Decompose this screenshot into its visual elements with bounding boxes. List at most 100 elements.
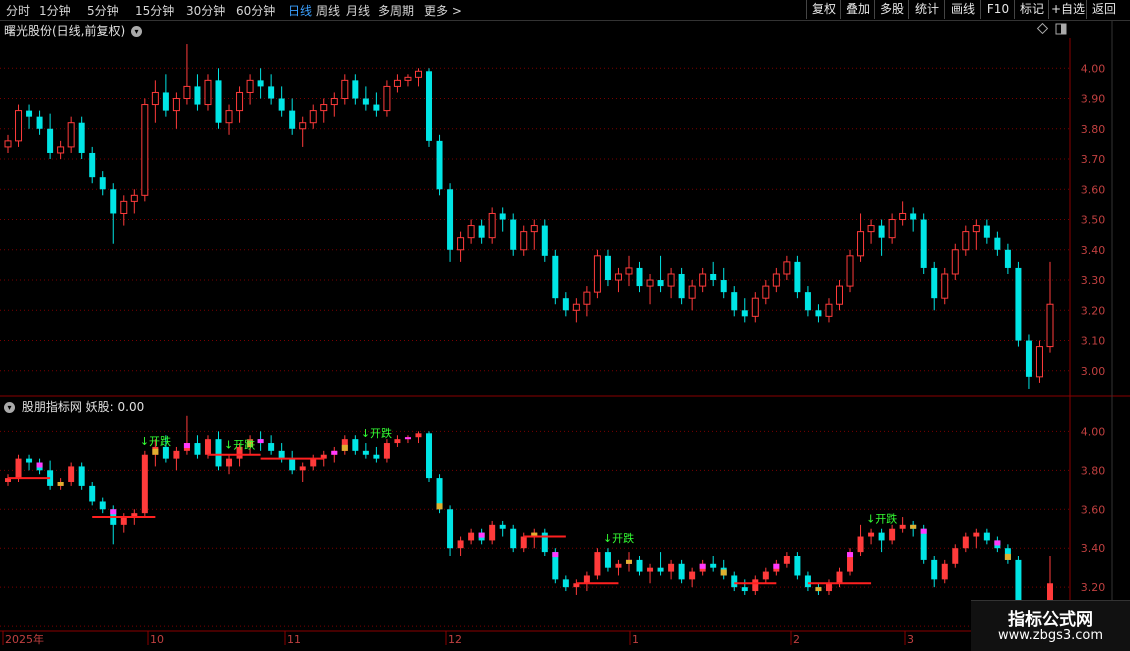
main-candle-body bbox=[488, 212, 496, 239]
indicator-candle-body bbox=[394, 439, 401, 444]
indicator-candle-body bbox=[657, 567, 664, 572]
main-price-tick: 3.70 bbox=[1081, 153, 1106, 166]
indicator-candle-body bbox=[204, 439, 211, 455]
main-candle-body bbox=[541, 225, 548, 256]
indicator-candle-body bbox=[415, 433, 422, 438]
indicator-candle-body bbox=[352, 439, 359, 451]
main-candle-body bbox=[478, 225, 485, 238]
indicator-candle-body bbox=[931, 559, 938, 580]
indicator-candle-body bbox=[899, 524, 906, 529]
indicator-candle-body bbox=[952, 548, 959, 564]
indicator-highlight bbox=[773, 563, 780, 569]
main-candle-body bbox=[720, 280, 727, 293]
indicator-candle-body bbox=[594, 552, 601, 576]
indicator-candle-body bbox=[299, 466, 306, 471]
main-candle-body bbox=[110, 189, 117, 214]
indicator-candle-body bbox=[468, 532, 475, 541]
main-candle-body bbox=[299, 122, 307, 130]
main-price-tick: 3.50 bbox=[1081, 214, 1106, 227]
chevron-down-icon[interactable]: ▾ bbox=[4, 402, 15, 413]
indicator-candle-body bbox=[447, 509, 454, 549]
main-candle-body bbox=[825, 303, 833, 317]
indicator-highlight bbox=[57, 482, 64, 486]
date-label: 11 bbox=[287, 633, 301, 646]
watermark: 指标公式网 www.zbgs3.com bbox=[971, 600, 1130, 651]
indicator-candle-body bbox=[647, 567, 654, 572]
indicator-candle-body bbox=[583, 575, 590, 584]
indicator-candle-body bbox=[68, 466, 75, 482]
indicator-candle-body bbox=[941, 563, 948, 580]
main-candle-body bbox=[393, 79, 401, 87]
indicator-candle-body bbox=[678, 563, 685, 580]
main-candle-body bbox=[867, 225, 875, 233]
signal-label: ↓开跌 bbox=[603, 531, 634, 545]
main-candle-body bbox=[47, 128, 54, 153]
main-candle-body bbox=[520, 231, 528, 251]
indicator-highlight bbox=[815, 587, 822, 592]
indicator-candle-body bbox=[457, 540, 464, 549]
indicator-candle-body bbox=[689, 571, 696, 580]
main-price-tick: 3.90 bbox=[1081, 93, 1106, 106]
main-candle-body bbox=[352, 80, 359, 99]
main-candle-body bbox=[4, 140, 12, 148]
main-candle-body bbox=[204, 79, 212, 106]
main-candle-body bbox=[362, 98, 369, 105]
main-candle-body bbox=[194, 86, 201, 105]
chevron-down-icon[interactable]: ▾ bbox=[131, 26, 143, 37]
main-candle-body bbox=[257, 80, 264, 87]
main-candle-body bbox=[657, 280, 664, 287]
indicator-candle-body bbox=[26, 458, 33, 463]
indicator-candle-body bbox=[362, 450, 369, 455]
main-candle-body bbox=[762, 285, 770, 299]
main-candle-body bbox=[804, 292, 811, 311]
main-candle-body bbox=[1046, 303, 1054, 348]
main-candle-body bbox=[404, 76, 412, 81]
indicator-price-tick: 3.60 bbox=[1081, 503, 1106, 516]
main-candle-body bbox=[625, 267, 633, 275]
indicator-candle-body bbox=[973, 532, 980, 537]
main-candle-body bbox=[751, 297, 759, 317]
main-candle-body bbox=[994, 237, 1001, 250]
main-candle-body bbox=[57, 146, 65, 154]
date-label: 3 bbox=[907, 633, 914, 646]
main-candle-body bbox=[373, 104, 380, 111]
indicator-candle-body bbox=[215, 439, 222, 467]
indicator-highlight bbox=[36, 462, 43, 468]
indicator-candle-body bbox=[173, 450, 180, 459]
indicator-price-tick: 3.40 bbox=[1081, 542, 1106, 555]
indicator-highlight bbox=[404, 437, 411, 440]
main-candle-body bbox=[562, 298, 569, 311]
main-candle-body bbox=[183, 85, 191, 100]
indicator-candle-body bbox=[194, 443, 201, 455]
main-candle-body bbox=[710, 273, 717, 281]
main-candle-body bbox=[688, 285, 696, 299]
main-candle-body bbox=[878, 225, 885, 238]
main-candle-body bbox=[447, 189, 454, 250]
indicator-candle-body bbox=[289, 458, 296, 471]
main-candle-body bbox=[920, 219, 927, 268]
main-candle-body bbox=[731, 292, 738, 311]
main-candle-body bbox=[614, 273, 622, 281]
indicator-candle-body bbox=[510, 528, 517, 549]
indicator-candle-body bbox=[99, 501, 106, 510]
main-candle-body bbox=[951, 249, 959, 275]
indicator-candle-body bbox=[268, 443, 275, 451]
main-candle-body bbox=[162, 92, 169, 111]
date-label: 2025年 bbox=[5, 632, 44, 646]
main-candle-body bbox=[794, 261, 801, 293]
main-candle-body bbox=[341, 79, 349, 100]
main-candle-body bbox=[320, 104, 328, 112]
indicator-candle-body bbox=[383, 443, 390, 459]
main-price-tick: 3.40 bbox=[1081, 244, 1106, 257]
main-candle-body bbox=[678, 273, 685, 299]
main-candle-body bbox=[289, 110, 296, 129]
main-candle-body bbox=[414, 70, 422, 78]
main-candle-body bbox=[330, 98, 338, 106]
main-candle-body bbox=[636, 267, 643, 287]
main-candle-body bbox=[36, 116, 43, 129]
indicator-highlight bbox=[720, 569, 727, 576]
main-candle-body bbox=[151, 91, 159, 106]
panel-toggle-fill bbox=[1061, 24, 1066, 34]
indicator-candle-body bbox=[278, 450, 285, 459]
main-candle-body bbox=[99, 177, 106, 190]
